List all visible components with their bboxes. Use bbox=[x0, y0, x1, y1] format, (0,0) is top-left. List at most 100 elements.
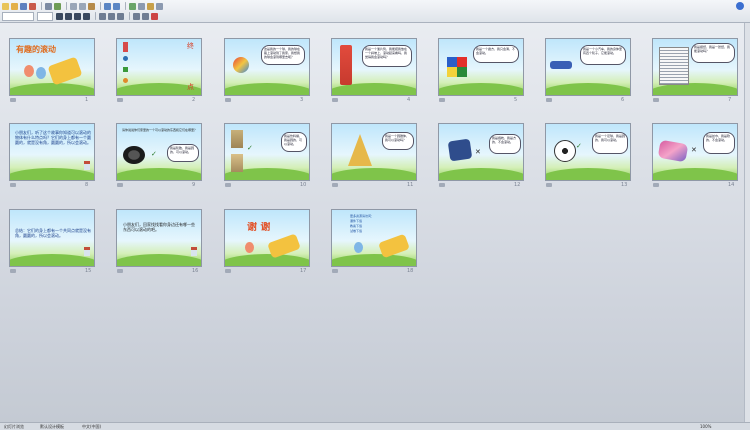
slide-thumbnail-12[interactable]: ✕ 我是抱枕，我是方的，不会滚动。 bbox=[438, 123, 524, 181]
slide-number-14: 14 bbox=[728, 182, 735, 188]
transition-icon[interactable] bbox=[10, 183, 16, 187]
transition-icon[interactable] bbox=[117, 183, 123, 187]
insert-chart-icon[interactable] bbox=[129, 2, 136, 10]
cross-mark: ✕ bbox=[691, 146, 697, 154]
redo-icon[interactable] bbox=[113, 2, 120, 10]
slide-thumbnail-14[interactable]: ✕ 我是丝巾，我是软的，不会滚动。 bbox=[652, 123, 738, 181]
hyperlink-icon[interactable] bbox=[147, 2, 154, 10]
font-name-field[interactable] bbox=[2, 11, 34, 21]
slide-thumbnail-3[interactable]: 这是我的一个球，我的球在路上滚动到了我家，我想我的球会滚到哪里去呢？ bbox=[224, 38, 310, 96]
slide-thumbnail-5[interactable]: 我是一个魔方，我只会滑，不会滚动。 bbox=[438, 38, 524, 96]
spell-check-icon[interactable] bbox=[54, 2, 61, 10]
transition-icon[interactable] bbox=[653, 98, 659, 102]
slide-thumbnail-15[interactable]: 总结：它们的身上都有一个共同点就是没有角，圆圆的，所以会滚动。 bbox=[9, 209, 95, 267]
italic-icon[interactable] bbox=[65, 12, 72, 20]
transition-icon[interactable] bbox=[332, 183, 338, 187]
slide-thumbnail-10[interactable]: ✓ 我是饮料罐，我是圆的，可以滚动。 bbox=[224, 123, 310, 181]
bold-icon[interactable] bbox=[56, 12, 63, 20]
cut-icon[interactable] bbox=[70, 2, 77, 10]
print-icon[interactable] bbox=[29, 2, 36, 10]
cube-image bbox=[123, 67, 128, 72]
slide-body-text: 总结：它们的身上都有一个共同点就是没有角，圆圆的，所以会滚动。 bbox=[15, 228, 91, 238]
transition-icon[interactable] bbox=[225, 98, 231, 102]
separator bbox=[129, 12, 130, 20]
check-mark: ✓ bbox=[151, 150, 157, 158]
align-center-icon[interactable] bbox=[108, 12, 115, 20]
new-icon[interactable] bbox=[2, 2, 9, 10]
transition-icon[interactable] bbox=[653, 183, 659, 187]
align-right-icon[interactable] bbox=[117, 12, 124, 20]
slide-thumbnail-17[interactable]: 谢 谢 bbox=[224, 209, 310, 267]
speech-bubble: 我是轮胎，我是圆的，可以滚动。 bbox=[167, 144, 199, 162]
chip-can-image bbox=[340, 45, 352, 85]
transition-icon[interactable] bbox=[546, 98, 552, 102]
speech-bubble: 这是我的一个球，我的球在路上滚动到了我家，我想我的球会滚到哪里去呢？ bbox=[261, 45, 305, 65]
slide-thumbnail-4[interactable]: 我是一个薯片筒，我能把我放在一个斜坡上，滚动起来看吗，我觉得我会滚动吗？ bbox=[331, 38, 417, 96]
font-size-field[interactable] bbox=[37, 11, 53, 21]
transition-icon[interactable] bbox=[117, 98, 123, 102]
slide-thumbnail-11[interactable]: 我是一个圆锥体，我可以滚动吗？ bbox=[331, 123, 417, 181]
slide-number-5: 5 bbox=[514, 97, 518, 103]
separator bbox=[125, 2, 126, 10]
shadow-icon[interactable] bbox=[83, 12, 90, 20]
transition-icon[interactable] bbox=[10, 269, 16, 273]
open-icon[interactable] bbox=[11, 2, 18, 10]
slide-body-text: 小朋友们，回家找找看你身边还有哪一些东西可以滚动的吧。 bbox=[123, 222, 195, 232]
underline-icon[interactable] bbox=[74, 12, 81, 20]
transition-icon[interactable] bbox=[439, 98, 445, 102]
slide-number-3: 3 bbox=[300, 97, 304, 103]
speech-bubble: 我是抱枕，我是方的，不会滚动。 bbox=[489, 134, 521, 154]
transition-icon[interactable] bbox=[117, 269, 123, 273]
transition-icon[interactable] bbox=[332, 98, 338, 102]
slide-number-10: 10 bbox=[300, 182, 307, 188]
font-color-icon[interactable] bbox=[151, 12, 158, 20]
thanks-title: 谢 谢 bbox=[247, 222, 271, 233]
transition-icon[interactable] bbox=[225, 269, 231, 273]
zoom-icon[interactable] bbox=[156, 2, 163, 10]
slide-thumbnail-1[interactable]: 有趣的滚动 bbox=[9, 38, 95, 96]
football-image bbox=[554, 140, 576, 162]
child-figure bbox=[24, 65, 34, 77]
green-hill bbox=[332, 168, 416, 180]
green-hill bbox=[439, 168, 523, 180]
green-hill bbox=[332, 254, 416, 266]
insert-table-icon[interactable] bbox=[138, 2, 145, 10]
check-mark: ✓ bbox=[576, 142, 582, 150]
transition-icon[interactable] bbox=[225, 183, 231, 187]
transition-icon[interactable] bbox=[439, 183, 445, 187]
ball-image bbox=[123, 78, 128, 83]
paste-icon[interactable] bbox=[88, 2, 95, 10]
transition-icon[interactable] bbox=[546, 183, 552, 187]
slide-sorter-pane: 有趣的滚动 1 终 点 2 这是我的一个球，我的球在路上滚动到了我家，我想我的球… bbox=[0, 23, 750, 422]
slide-body-text: 请你说说你们家里的一个可以滚动的东西和它们在哪里？ bbox=[122, 128, 198, 132]
cone-image bbox=[348, 134, 372, 166]
child-figure bbox=[354, 242, 363, 253]
speech-bubble: 我是丝巾，我是软的，不会滚动。 bbox=[703, 132, 735, 154]
copy-icon[interactable] bbox=[79, 2, 86, 10]
finish-label: 点 bbox=[187, 83, 194, 91]
green-hill bbox=[225, 83, 309, 95]
numbering-icon[interactable] bbox=[142, 12, 149, 20]
green-hill bbox=[10, 83, 94, 95]
slide-thumbnail-8[interactable]: 小朋友们，听了这个故事你知道可以滚动的物体有什么特点吗？它们的身上都有一个圆圆的… bbox=[9, 123, 95, 181]
slide-thumbnail-2[interactable]: 终 点 bbox=[116, 38, 202, 96]
vertical-scrollbar[interactable] bbox=[744, 23, 750, 422]
slide-number-16: 16 bbox=[192, 268, 199, 274]
help-icon[interactable] bbox=[736, 2, 744, 10]
transition-icon[interactable] bbox=[332, 269, 338, 273]
slide-thumbnail-18[interactable]: 更多资源请访问： 课件下载 教案下载 试卷下载 bbox=[331, 209, 417, 267]
slide-thumbnail-16[interactable]: 小朋友们，回家找找看你身边还有哪一些东西可以滚动的吧。 bbox=[116, 209, 202, 267]
bullets-icon[interactable] bbox=[133, 12, 140, 20]
save-icon[interactable] bbox=[20, 2, 27, 10]
slide-thumbnail-6[interactable]: 我是一个小汽车，我的身体里有四个轮子，它能滚动。 bbox=[545, 38, 631, 96]
preview-icon[interactable] bbox=[45, 2, 52, 10]
check-mark: ✓ bbox=[247, 144, 253, 152]
align-left-icon[interactable] bbox=[99, 12, 106, 20]
slide-thumbnail-9[interactable]: 请你说说你们家里的一个可以滚动的东西和它们在哪里？ ✓ 我是轮胎，我是圆的，可以… bbox=[116, 123, 202, 181]
transition-icon[interactable] bbox=[10, 98, 16, 102]
slide-thumbnail-13[interactable]: ✓ 我是一个足球，我是圆的，我可以滚动。 bbox=[545, 123, 631, 181]
slide-thumbnail-7[interactable]: 我是报纸，我是一张纸，我能滚动吗？ bbox=[652, 38, 738, 96]
green-hill bbox=[10, 254, 94, 266]
undo-icon[interactable] bbox=[104, 2, 111, 10]
slide-number-1: 1 bbox=[85, 97, 89, 103]
